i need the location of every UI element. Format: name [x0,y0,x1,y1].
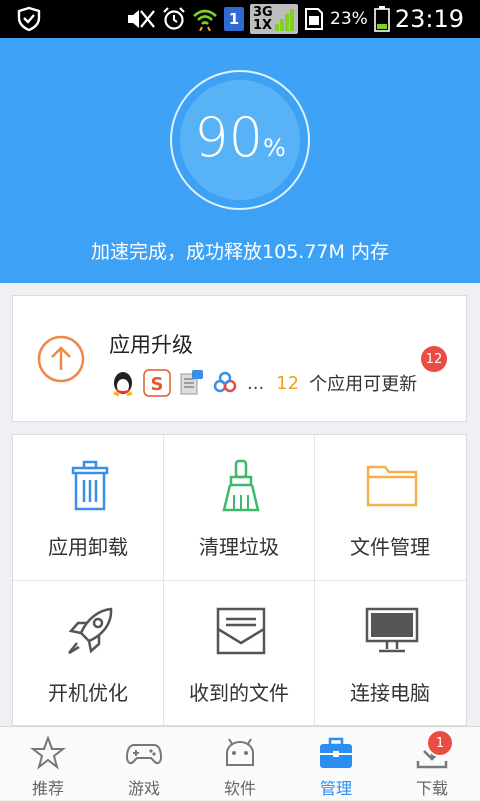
shield-icon [17,6,41,32]
tab-label: 管理 [319,779,352,798]
boost-panel: 90% 加速完成，成功释放105.77M 内存 [0,38,480,283]
mute-icon [128,10,155,28]
sogou-app-icon: S [143,369,171,397]
tool-received-files[interactable]: 收到的文件 [164,581,314,726]
tab-label: 下载 [415,779,448,798]
app-upgrade-card[interactable]: 应用升级 S ... 12 个应用可更新 12 [12,295,467,422]
android-icon [226,738,254,766]
tab-manage[interactable]: 管理 [288,727,384,801]
percent-sign: % [262,134,286,162]
tab-label: 软件 [223,779,256,798]
gamepad-icon [126,744,162,765]
tools-grid: 应用卸载 清理垃圾 文件管理 开机优化 收到的文件 连接电脑 [12,434,467,726]
tab-label: 游戏 [127,779,160,798]
monitor-icon [365,607,419,653]
notes-app-icon [180,370,203,395]
upgrade-badge: 12 [421,346,447,372]
upgrade-title: 应用升级 [109,333,193,357]
tool-file-manager[interactable]: 文件管理 [315,435,465,580]
tool-label: 收到的文件 [189,681,289,705]
tool-label: 应用卸载 [48,535,128,559]
wifi-icon [193,9,217,31]
status-bar: 1 3G 1X 23% 23:19 [0,0,480,38]
tool-label: 清理垃圾 [199,535,279,559]
tool-boot-optimize[interactable]: 开机优化 [13,581,163,726]
upgrade-suffix: 个应用可更新 [309,374,418,395]
more-ellipsis: ... [247,372,265,394]
toolbox-icon [320,737,352,768]
download-badge: 1 [426,729,454,757]
broom-icon [222,459,260,512]
sd-card-icon [305,8,323,30]
tab-recommend[interactable]: 推荐 [0,727,96,801]
tool-label: 开机优化 [48,681,128,705]
tab-games[interactable]: 游戏 [96,727,192,801]
qq-app-icon [113,372,133,397]
signal-icon [275,9,294,31]
alarm-icon [163,7,185,30]
upgrade-arrow-icon [37,335,85,383]
network-type: 3G 1X [253,5,273,33]
boost-message: 加速完成，成功释放105.77M 内存 [91,241,389,263]
tab-software[interactable]: 软件 [192,727,288,801]
tool-uninstall[interactable]: 应用卸载 [13,435,163,580]
memory-percent: 90% [170,106,310,169]
tab-download[interactable]: 1 下载 [384,727,480,801]
network-badge: 3G 1X [250,4,298,34]
folder-icon [366,465,418,507]
battery-percent: 23% [330,9,368,29]
upgrade-app-list: S ... 12 个应用可更新 [109,368,417,398]
tool-clean-junk[interactable]: 清理垃圾 [164,435,314,580]
tool-connect-pc[interactable]: 连接电脑 [315,581,465,726]
percent-value: 90 [194,106,263,169]
envelope-icon [216,607,266,655]
upgrade-count: 12 [276,372,300,394]
rocket-icon [68,607,113,655]
star-icon [30,735,66,770]
clock: 23:19 [394,5,464,33]
battery-icon [373,6,390,32]
tab-label: 推荐 [31,779,64,798]
svg-text:S: S [151,374,164,395]
trash-icon [71,460,109,511]
cloud-app-icon [213,371,237,393]
sim-badge: 1 [224,7,244,31]
tool-label: 文件管理 [350,535,430,559]
bottom-tab-bar: 推荐 游戏 软件 管理 1 下载 [0,726,480,800]
tool-label: 连接电脑 [350,681,430,705]
